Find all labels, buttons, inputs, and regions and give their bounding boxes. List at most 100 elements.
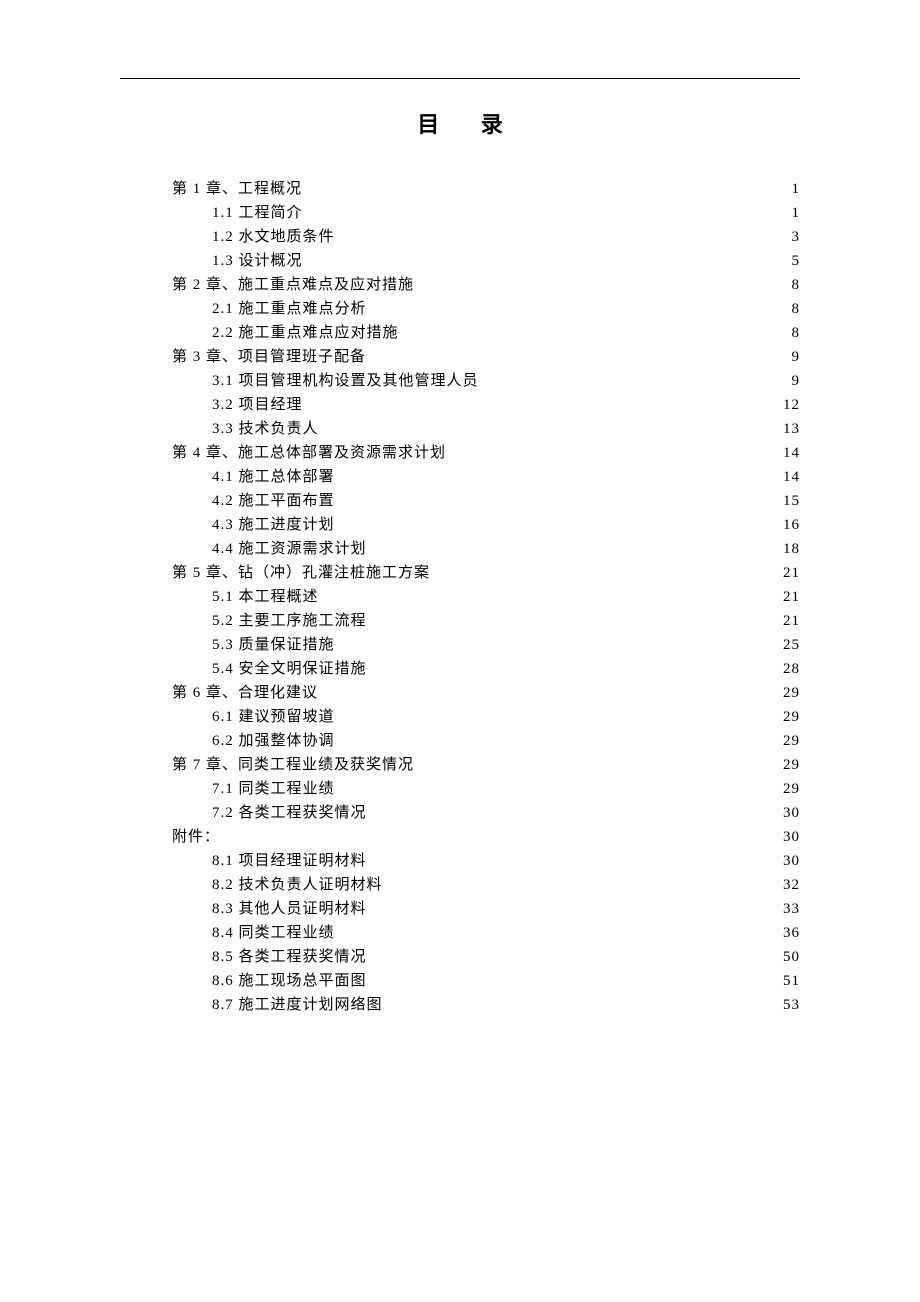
toc-entry: 6.2 加强整体协调 29	[120, 729, 800, 753]
toc-entry-label: 4.3 施工进度计划	[212, 513, 335, 537]
toc-entry-label: 6.1 建议预留坡道	[212, 705, 335, 729]
toc-entry-page: 3	[780, 225, 800, 249]
toc-entry: 第 2 章、施工重点难点及应对措施 8	[120, 273, 800, 297]
toc-entry-label: 8.2 技术负责人证明材料	[212, 873, 383, 897]
toc-entry-label: 5.2 主要工序施工流程	[212, 609, 367, 633]
toc-entry-label: 1.2 水文地质条件	[212, 225, 335, 249]
toc-entry: 附件： 30	[120, 825, 800, 849]
toc-entry: 第 6 章、合理化建议 29	[120, 681, 800, 705]
toc-entry-page: 25	[780, 633, 800, 657]
toc-entry-label: 4.2 施工平面布置	[212, 489, 335, 513]
toc-entry: 2.1 施工重点难点分析 8	[120, 297, 800, 321]
toc-entry-page: 29	[780, 705, 800, 729]
toc-entry-label: 1.1 工程简介	[212, 201, 303, 225]
toc-entry-page: 21	[780, 609, 800, 633]
toc-entry-page: 12	[780, 393, 800, 417]
toc-entry-page: 5	[780, 249, 800, 273]
toc-entry-page: 8	[780, 297, 800, 321]
toc-entry-page: 8	[780, 321, 800, 345]
toc-entry-page: 9	[780, 369, 800, 393]
toc-entry: 5.2 主要工序施工流程 21	[120, 609, 800, 633]
toc-entry-page: 30	[780, 801, 800, 825]
toc-entry: 第 4 章、施工总体部署及资源需求计划 14	[120, 441, 800, 465]
table-of-contents: 第 1 章、工程概况 1 1.1 工程简介 1 1.2 水文地质条件 3 1.3 设计概况 5…	[120, 177, 800, 1017]
toc-entry-label: 8.1 项目经理证明材料	[212, 849, 367, 873]
toc-entry-label: 1.3 设计概况	[212, 249, 303, 273]
toc-entry-page: 14	[780, 441, 800, 465]
toc-entry-label: 3.3 技术负责人	[212, 417, 319, 441]
toc-entry-label: 7.2 各类工程获奖情况	[212, 801, 367, 825]
toc-entry: 5.1 本工程概述 21	[120, 585, 800, 609]
toc-entry-page: 15	[780, 489, 800, 513]
toc-entry-label: 第 4 章、施工总体部署及资源需求计划	[172, 441, 446, 465]
toc-entry: 7.1 同类工程业绩29	[120, 777, 800, 801]
toc-entry: 第 1 章、工程概况 1	[120, 177, 800, 201]
toc-entry-page: 32	[780, 873, 800, 897]
toc-entry-label: 第 2 章、施工重点难点及应对措施	[172, 273, 414, 297]
toc-entry-label: 2.1 施工重点难点分析	[212, 297, 367, 321]
document-page: 目 录 第 1 章、工程概况11.1 工程简介11.2 水文地质条件31.3 设…	[0, 0, 920, 1017]
toc-entry: 8.1 项目经理证明材料 30	[120, 849, 800, 873]
toc-entry-page: 29	[780, 729, 800, 753]
toc-entry-page: 50	[780, 945, 800, 969]
toc-entry-page: 21	[780, 561, 800, 585]
toc-entry: 7.2 各类工程获奖情况 30	[120, 801, 800, 825]
toc-title: 目 录	[120, 107, 800, 139]
toc-entry-page: 53	[780, 993, 800, 1017]
toc-entry-page: 16	[780, 513, 800, 537]
toc-entry-label: 附件：	[172, 825, 220, 849]
toc-entry-label: 5.3 质量保证措施	[212, 633, 335, 657]
toc-entry: 8.2 技术负责人证明材料 32	[120, 873, 800, 897]
toc-entry: 3.2 项目经理 12	[120, 393, 800, 417]
toc-entry-page: 18	[780, 537, 800, 561]
toc-entry: 4.2 施工平面布置 15	[120, 489, 800, 513]
toc-entry-page: 1	[780, 201, 800, 225]
toc-entry-label: 3.1 项目管理机构设置及其他管理人员	[212, 369, 479, 393]
toc-entry-label: 5.4 安全文明保证措施	[212, 657, 367, 681]
toc-entry-label: 5.1 本工程概述	[212, 585, 319, 609]
toc-entry-label: 8.6 施工现场总平面图	[212, 969, 367, 993]
toc-entry-page: 1	[780, 177, 800, 201]
toc-entry: 5.4 安全文明保证措施 28	[120, 657, 800, 681]
toc-entry-label: 7.1 同类工程业绩	[212, 777, 335, 801]
toc-entry-page: 28	[780, 657, 800, 681]
toc-entry-label: 2.2 施工重点难点应对措施	[212, 321, 399, 345]
toc-entry-page: 14	[780, 465, 800, 489]
toc-entry: 8.6 施工现场总平面图 51	[120, 969, 800, 993]
toc-entry-label: 8.5 各类工程获奖情况	[212, 945, 367, 969]
toc-entry: 1.3 设计概况 5	[120, 249, 800, 273]
toc-entry-page: 13	[780, 417, 800, 441]
toc-entry-page: 21	[780, 585, 800, 609]
toc-entry: 8.7 施工进度计划网络图 53	[120, 993, 800, 1017]
toc-entry-label: 第 6 章、合理化建议	[172, 681, 318, 705]
toc-entry-page: 30	[780, 849, 800, 873]
toc-entry: 8.3 其他人员证明材料 33	[120, 897, 800, 921]
toc-entry-page: 29	[780, 681, 800, 705]
toc-entry-page: 51	[780, 969, 800, 993]
toc-entry-page: 33	[780, 897, 800, 921]
toc-entry-label: 第 1 章、工程概况	[172, 177, 302, 201]
toc-entry: 4.1 施工总体部署14	[120, 465, 800, 489]
toc-entry-label: 3.2 项目经理	[212, 393, 303, 417]
toc-entry: 6.1 建议预留坡道 29	[120, 705, 800, 729]
toc-entry: 第 7 章、同类工程业绩及获奖情况29	[120, 753, 800, 777]
toc-entry-page: 36	[780, 921, 800, 945]
header-rule	[120, 78, 800, 79]
toc-entry: 8.5 各类工程获奖情况 50	[120, 945, 800, 969]
toc-entry-page: 8	[780, 273, 800, 297]
toc-entry-page: 30	[780, 825, 800, 849]
toc-entry-page: 9	[780, 345, 800, 369]
toc-entry-label: 第 3 章、项目管理班子配备	[172, 345, 366, 369]
toc-entry: 1.2 水文地质条件 3	[120, 225, 800, 249]
toc-entry: 2.2 施工重点难点应对措施 8	[120, 321, 800, 345]
toc-entry: 第 5 章、钻（冲）孔灌注桩施工方案21	[120, 561, 800, 585]
toc-entry-label: 8.4 同类工程业绩	[212, 921, 335, 945]
toc-entry: 3.3 技术负责人 13	[120, 417, 800, 441]
toc-entry: 8.4 同类工程业绩 36	[120, 921, 800, 945]
toc-entry-label: 6.2 加强整体协调	[212, 729, 335, 753]
toc-entry: 4.3 施工进度计划 16	[120, 513, 800, 537]
toc-entry-label: 8.3 其他人员证明材料	[212, 897, 367, 921]
toc-entry: 1.1 工程简介 1	[120, 201, 800, 225]
toc-entry-label: 8.7 施工进度计划网络图	[212, 993, 383, 1017]
toc-entry: 第 3 章、项目管理班子配备 9	[120, 345, 800, 369]
